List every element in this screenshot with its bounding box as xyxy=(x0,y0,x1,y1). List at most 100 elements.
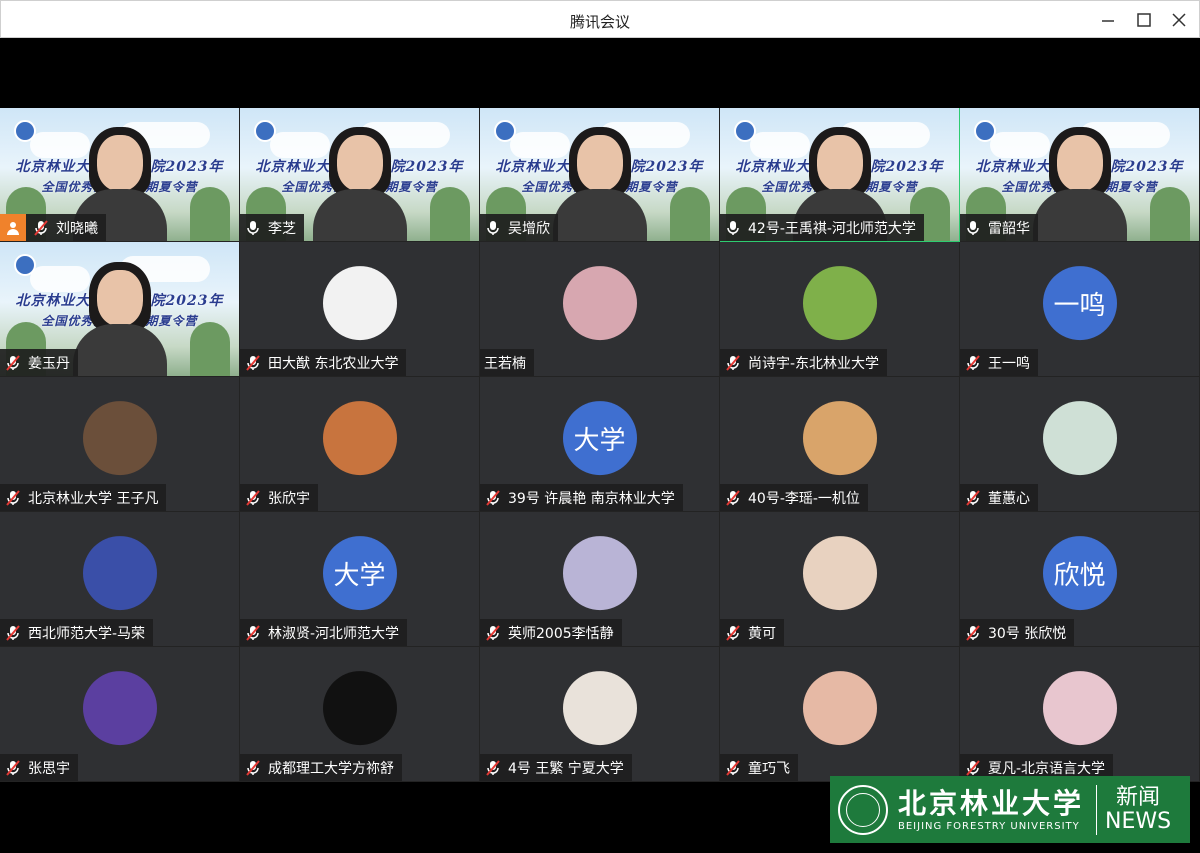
participant-name: 刘晓曦 xyxy=(56,220,98,237)
mic-muted-icon xyxy=(724,489,742,507)
watermark-news-en: NEWS xyxy=(1105,808,1172,834)
participant-namebar: 吴增欣 xyxy=(480,214,558,241)
participant-namebar: 王若楠 xyxy=(480,349,534,376)
participant-avatar xyxy=(322,671,397,746)
participant-tile[interactable]: 北京林业大学外语学院2023年全国优秀大学生暑期夏令营姜玉丹 xyxy=(0,242,240,377)
mic-muted-icon xyxy=(484,624,502,642)
participant-tile[interactable]: 一鸣 王一鸣 xyxy=(960,242,1200,377)
mic-icon xyxy=(484,219,502,237)
participant-tile[interactable]: 董蕙心 xyxy=(960,377,1200,512)
participant-tile[interactable]: 夏凡-北京语言大学 xyxy=(960,647,1200,782)
participant-name: 黄可 xyxy=(748,625,776,642)
window-title: 腾讯会议 xyxy=(569,13,630,31)
university-logo-icon xyxy=(734,120,756,142)
university-logo-icon xyxy=(494,120,516,142)
participant-name: 成都理工大学方祢舒 xyxy=(268,760,394,777)
mic-muted-icon xyxy=(4,354,22,372)
participant-namebar: 30号 张欣悦 xyxy=(960,619,1075,646)
participant-tile[interactable]: 尚诗宇-东北林业大学 xyxy=(720,242,960,377)
host-person-icon xyxy=(0,214,26,241)
participant-avatar-text: 大学 xyxy=(322,536,397,611)
participant-namebar: 张思宇 xyxy=(0,754,78,781)
title-bar: 腾讯会议 xyxy=(0,0,1200,38)
maximize-icon[interactable] xyxy=(1129,7,1159,33)
participant-tile[interactable]: 张欣宇 xyxy=(240,377,480,512)
university-news-watermark: 北京林业大学 BEIJING FORESTRY UNIVERSITY 新闻 NE… xyxy=(830,776,1190,843)
participant-tile[interactable]: 成都理工大学方祢舒 xyxy=(240,647,480,782)
participant-namebar: 田大猷 东北农业大学 xyxy=(240,349,407,376)
participant-tile[interactable]: 北京林业大学外语学院2023年全国优秀大学生暑期夏令营李芝 xyxy=(240,108,480,242)
participant-name: 李芝 xyxy=(268,220,296,237)
participant-tile[interactable]: 北京林业大学 王子凡 xyxy=(0,377,240,512)
participant-name: 董蕙心 xyxy=(988,490,1030,507)
participant-namebar: 42号-王禹祺-河北师范大学 xyxy=(720,214,924,241)
participant-namebar: 黄可 xyxy=(720,619,784,646)
participant-avatar-text: 大学 xyxy=(562,401,637,476)
participant-tile[interactable]: 王若楠 xyxy=(480,242,720,377)
university-logo-icon xyxy=(14,120,36,142)
participant-name: 张思宇 xyxy=(28,760,70,777)
mic-muted-icon xyxy=(964,759,982,777)
top-black-area xyxy=(0,38,1200,108)
participant-name: 尚诗宇-东北林业大学 xyxy=(748,355,880,372)
mic-muted-icon xyxy=(484,759,502,777)
participant-tile[interactable]: 童巧飞 xyxy=(720,647,960,782)
mic-muted-icon xyxy=(32,219,50,237)
participant-avatar xyxy=(82,401,157,476)
participant-avatar xyxy=(322,266,397,341)
participant-name: 42号-王禹祺-河北师范大学 xyxy=(748,220,916,237)
participant-tile[interactable]: 黄可 xyxy=(720,512,960,647)
participant-tile[interactable]: 大学林淑贤-河北师范大学 xyxy=(240,512,480,647)
participant-namebar: 张欣宇 xyxy=(240,484,318,511)
participant-tile[interactable]: 欣悦 30号 张欣悦 xyxy=(960,512,1200,647)
participant-name: 林淑贤-河北师范大学 xyxy=(268,625,400,642)
participant-name: 40号-李瑶-一机位 xyxy=(748,490,860,507)
mic-muted-icon xyxy=(724,354,742,372)
participant-name: 西北师范大学-马荣 xyxy=(28,625,146,642)
mic-muted-icon xyxy=(4,624,22,642)
participant-tile[interactable]: 北京林业大学外语学院2023年全国优秀大学生暑期夏令营刘晓曦 xyxy=(0,108,240,242)
participant-tile[interactable]: 40号-李瑶-一机位 xyxy=(720,377,960,512)
mic-muted-icon xyxy=(244,759,262,777)
mic-muted-icon xyxy=(4,489,22,507)
mic-muted-icon xyxy=(724,759,742,777)
participant-namebar: 西北师范大学-马荣 xyxy=(0,619,154,646)
participant-namebar: 雷韶华 xyxy=(960,214,1038,241)
participant-namebar: 成都理工大学方祢舒 xyxy=(240,754,402,781)
participant-tile[interactable]: 4号 王繁 宁夏大学 xyxy=(480,647,720,782)
participant-avatar-text: 欣悦 xyxy=(1042,536,1117,611)
participant-tile[interactable]: 田大猷 东北农业大学 xyxy=(240,242,480,377)
mic-muted-icon xyxy=(4,759,22,777)
mic-muted-icon xyxy=(244,624,262,642)
participant-name: 王一鸣 xyxy=(988,355,1030,372)
participant-avatar xyxy=(562,536,637,611)
mic-muted-icon xyxy=(724,624,742,642)
participant-name: 姜玉丹 xyxy=(28,355,70,372)
participant-tile[interactable]: 张思宇 xyxy=(0,647,240,782)
minimize-icon[interactable] xyxy=(1093,7,1123,33)
close-icon[interactable] xyxy=(1164,7,1194,33)
participant-tile[interactable]: 西北师范大学-马荣 xyxy=(0,512,240,647)
participant-avatar xyxy=(82,671,157,746)
mic-icon xyxy=(244,219,262,237)
participant-tile[interactable]: 大学 39号 许晨艳 南京林业大学 xyxy=(480,377,720,512)
participant-person xyxy=(305,123,415,241)
participant-name: 北京林业大学 王子凡 xyxy=(28,490,159,507)
participant-tile[interactable]: 北京林业大学外语学院2023年全国优秀大学生暑期夏令营雷韶华 xyxy=(960,108,1200,242)
university-seal-icon xyxy=(838,784,888,835)
participant-namebar: 英师2005李恬静 xyxy=(480,619,622,646)
participant-person xyxy=(1025,123,1135,241)
watermark-en: BEIJING FORESTRY UNIVERSITY xyxy=(898,821,1080,832)
participant-tile[interactable]: 北京林业大学外语学院2023年全国优秀大学生暑期夏令营42号-王禹祺-河北师范大… xyxy=(720,108,960,242)
participant-tile[interactable]: 北京林业大学外语学院2023年全国优秀大学生暑期夏令营吴增欣 xyxy=(480,108,720,242)
participant-namebar: 尚诗宇-东北林业大学 xyxy=(720,349,888,376)
participant-tile[interactable]: 英师2005李恬静 xyxy=(480,512,720,647)
participant-namebar: 39号 许晨艳 南京林业大学 xyxy=(480,484,683,511)
participant-namebar: 北京林业大学 王子凡 xyxy=(0,484,167,511)
participant-avatar xyxy=(1042,671,1117,746)
participant-name: 童巧飞 xyxy=(748,760,790,777)
participant-namebar: 董蕙心 xyxy=(960,484,1038,511)
participant-name: 4号 王繁 宁夏大学 xyxy=(508,760,624,777)
participant-namebar: 林淑贤-河北师范大学 xyxy=(240,619,408,646)
participant-avatar xyxy=(802,401,877,476)
